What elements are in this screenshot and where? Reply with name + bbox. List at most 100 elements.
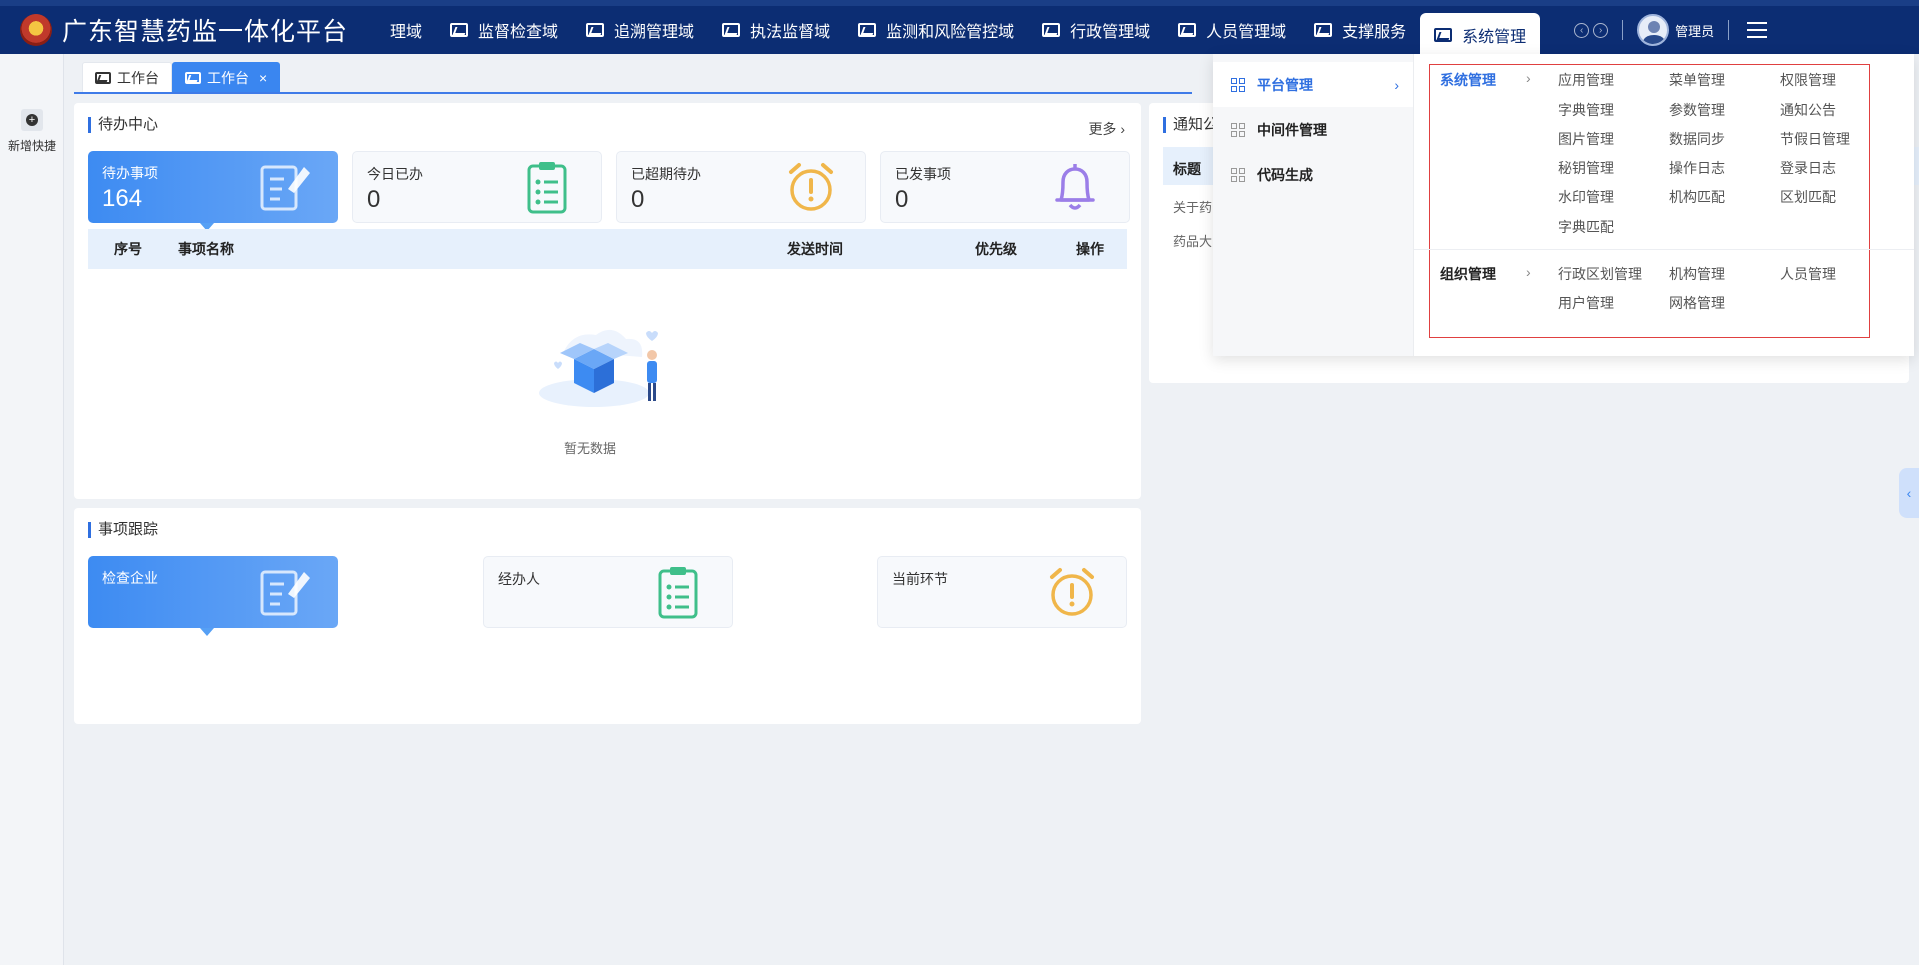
nav-item-support-services[interactable]: 支撑服务 bbox=[1300, 3, 1420, 57]
column-header: 操作 bbox=[1076, 241, 1104, 257]
nav-item-domain-partial[interactable]: 理域 bbox=[376, 3, 436, 57]
category-label: 中间件管理 bbox=[1257, 121, 1327, 138]
chart-line-icon bbox=[1314, 23, 1333, 37]
user-name: 管理员 bbox=[1675, 23, 1715, 39]
nav-label: 监测和风险管控域 bbox=[886, 24, 1015, 41]
menu-item-personnel-management[interactable]: 人员管理 bbox=[1780, 264, 1836, 284]
menu-item-grid-management[interactable]: 网格管理 bbox=[1669, 293, 1725, 313]
stat-value: 0 bbox=[631, 186, 645, 213]
more-link[interactable]: 更多 › bbox=[1088, 119, 1125, 139]
stat-overdue[interactable]: 已超期待办 0 bbox=[616, 151, 866, 223]
avatar bbox=[1637, 14, 1670, 46]
mega-menu-items: 系统管理 › 应用管理 菜单管理 权限管理 字典管理 参数管理 通知公告 图片管… bbox=[1414, 54, 1914, 356]
nav-item-law-enforcement[interactable]: 执法监督域 bbox=[708, 3, 844, 57]
category-middleware-management[interactable]: 中间件管理 bbox=[1213, 107, 1413, 152]
add-shortcut-button[interactable]: + 新增快捷 bbox=[5, 109, 59, 154]
tracking-card: 事项跟踪 检查企业 经办人 当前环节 bbox=[74, 508, 1141, 724]
bell-icon bbox=[1055, 164, 1095, 210]
left-rail: + 新增快捷 bbox=[0, 54, 64, 965]
empty-state-text: 暂无数据 bbox=[564, 441, 617, 456]
stat-current-step[interactable]: 当前环节 bbox=[877, 556, 1127, 628]
alarm-clock-icon bbox=[1050, 568, 1094, 616]
chart-line-icon bbox=[185, 71, 201, 84]
category-label: 代码生成 bbox=[1257, 166, 1313, 183]
category-platform-management[interactable]: 平台管理 › bbox=[1213, 62, 1413, 107]
close-icon[interactable]: × bbox=[259, 70, 267, 86]
column-header: 标题 bbox=[1173, 161, 1201, 177]
app-title: 广东智慧药监一体化平台 bbox=[62, 18, 349, 46]
tab-workbench-active[interactable]: 工作台 × bbox=[172, 62, 281, 92]
tab-label: 工作台 bbox=[117, 69, 159, 86]
menu-item-user-management[interactable]: 用户管理 bbox=[1558, 293, 1614, 313]
nav-item-traceability[interactable]: 追溯管理域 bbox=[572, 3, 708, 57]
chart-line-icon bbox=[95, 71, 111, 84]
menu-item-operation-log[interactable]: 操作日志 bbox=[1669, 158, 1725, 178]
menu-item-key-management[interactable]: 秘钥管理 bbox=[1558, 158, 1614, 178]
stat-label: 当前环节 bbox=[892, 571, 948, 587]
mega-menu-categories: 平台管理 › 中间件管理 代码生成 bbox=[1213, 54, 1414, 356]
stat-done-today[interactable]: 今日已办 0 bbox=[352, 151, 602, 223]
nav-item-supervision-inspection[interactable]: 监督检查域 bbox=[436, 3, 572, 57]
menu-item-menu-management[interactable]: 菜单管理 bbox=[1669, 70, 1725, 90]
nav-item-administration[interactable]: 行政管理域 bbox=[1028, 3, 1164, 57]
nav-item-system-management[interactable]: 系统管理 bbox=[1420, 13, 1541, 57]
chart-line-icon bbox=[450, 23, 469, 37]
hamburger-menu-icon[interactable] bbox=[1747, 22, 1768, 38]
stat-label: 待办事项 bbox=[102, 165, 158, 181]
clipboard-list-icon bbox=[527, 162, 567, 214]
menu-item-login-log[interactable]: 登录日志 bbox=[1780, 158, 1836, 178]
menu-item-app-management[interactable]: 应用管理 bbox=[1558, 70, 1614, 90]
menu-item-dictionary-matching[interactable]: 字典匹配 bbox=[1558, 217, 1614, 237]
column-header: 发送时间 bbox=[787, 241, 843, 257]
main-nav: 理域 监督检查域 追溯管理域 执法监督域 监测和风险管控域 行政管理域 人员管理… bbox=[376, 3, 1541, 57]
grid-icon bbox=[1231, 167, 1245, 182]
stat-label: 已超期待办 bbox=[631, 166, 701, 182]
menu-item-parameter-management[interactable]: 参数管理 bbox=[1669, 100, 1725, 120]
todo-table-header: 序号 事项名称 发送时间 优先级 操作 bbox=[88, 229, 1127, 269]
menu-item-holiday-management[interactable]: 节假日管理 bbox=[1780, 129, 1850, 149]
nav-label: 支撑服务 bbox=[1342, 24, 1407, 41]
user-menu[interactable]: 管理员 bbox=[1637, 14, 1714, 46]
menu-item-permission-management[interactable]: 权限管理 bbox=[1780, 70, 1836, 90]
menu-item-image-management[interactable]: 图片管理 bbox=[1558, 129, 1614, 149]
menu-item-org-management[interactable]: 机构管理 bbox=[1669, 264, 1725, 284]
stat-inspected-company[interactable]: 检查企业 bbox=[88, 556, 338, 636]
menu-item-region-matching[interactable]: 区划匹配 bbox=[1780, 187, 1836, 207]
notice-row[interactable]: 药品大 bbox=[1173, 231, 1212, 250]
todo-center-card: 待办中心 更多 › 待办事项 164 今日已办 0 已超期待办 0 已发事项 0… bbox=[74, 103, 1141, 499]
nav-item-personnel[interactable]: 人员管理域 bbox=[1164, 3, 1300, 57]
police-emblem-logo bbox=[20, 14, 52, 46]
notice-row[interactable]: 关于药 bbox=[1173, 197, 1212, 216]
stat-value: 0 bbox=[367, 186, 381, 213]
chevron-right-icon: › bbox=[1120, 121, 1125, 137]
menu-item-watermark-management[interactable]: 水印管理 bbox=[1558, 187, 1614, 207]
menu-item-announcement[interactable]: 通知公告 bbox=[1780, 100, 1836, 120]
stat-value: 0 bbox=[895, 186, 909, 213]
column-header: 序号 bbox=[114, 241, 142, 257]
menu-item-dictionary-management[interactable]: 字典管理 bbox=[1558, 100, 1614, 120]
grid-icon bbox=[1231, 122, 1245, 137]
menu-item-data-sync[interactable]: 数据同步 bbox=[1669, 129, 1725, 149]
add-shortcut-label: 新增快捷 bbox=[7, 139, 56, 153]
stat-pending-items[interactable]: 待办事项 164 bbox=[88, 151, 338, 231]
tracking-title: 事项跟踪 bbox=[88, 522, 158, 538]
empty-box-illustration bbox=[539, 329, 658, 407]
tab-workbench[interactable]: 工作台 bbox=[82, 62, 172, 92]
nav-item-risk-monitoring[interactable]: 监测和风险管控域 bbox=[844, 3, 1028, 57]
group-organization-management: 组织管理 bbox=[1440, 266, 1496, 282]
grid-icon bbox=[1231, 77, 1245, 92]
stat-label: 今日已办 bbox=[367, 166, 423, 182]
chevron-right-icon: › bbox=[1526, 70, 1531, 86]
category-code-generation[interactable]: 代码生成 bbox=[1213, 152, 1413, 197]
stat-handler[interactable]: 经办人 bbox=[483, 556, 733, 628]
notice-title: 通知公 bbox=[1163, 117, 1218, 133]
nav-next-icon[interactable]: › bbox=[1593, 22, 1609, 38]
edit-document-icon bbox=[260, 165, 310, 211]
menu-item-org-matching[interactable]: 机构匹配 bbox=[1669, 187, 1725, 207]
menu-item-admin-division[interactable]: 行政区划管理 bbox=[1558, 264, 1642, 284]
chart-line-icon bbox=[586, 23, 605, 37]
side-panel-toggle[interactable]: ‹ bbox=[1899, 468, 1919, 518]
stat-sent-items[interactable]: 已发事项 0 bbox=[880, 151, 1130, 223]
chart-line-icon bbox=[722, 23, 741, 37]
nav-prev-icon[interactable]: ‹ bbox=[1574, 22, 1590, 38]
